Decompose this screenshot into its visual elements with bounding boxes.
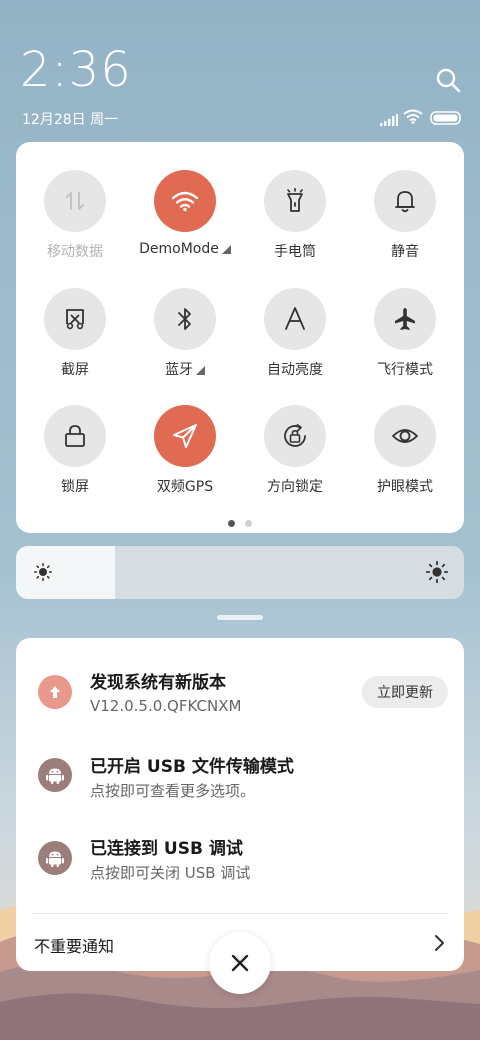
brightness-low-icon bbox=[34, 563, 53, 582]
close-icon bbox=[231, 954, 249, 972]
quick-settings-panel: 移动数据 DemoMode 手电筒 静音 截屏 蓝牙 自动亮度 飞行模式 锁屏 … bbox=[16, 142, 464, 533]
tile-flashlight[interactable]: 手电筒 bbox=[240, 170, 350, 270]
tile-rotation-lock[interactable]: 方向锁定 bbox=[240, 405, 350, 505]
lock-icon bbox=[44, 405, 106, 467]
notification-usb-transfer[interactable]: 已开启 USB 文件传输模式 点按即可查看更多选项。 bbox=[16, 744, 464, 808]
bluetooth-icon bbox=[154, 288, 216, 350]
clear-all-button[interactable] bbox=[209, 932, 271, 994]
notification-title: 已连接到 USB 调试 bbox=[90, 839, 243, 859]
flashlight-icon bbox=[264, 170, 326, 232]
clock: 2:36 bbox=[20, 42, 132, 98]
notification-subtitle: 点按即可关闭 USB 调试 bbox=[90, 864, 251, 882]
mobile-data-icon bbox=[44, 170, 106, 232]
bell-icon bbox=[374, 170, 436, 232]
tile-eye-care[interactable]: 护眼模式 bbox=[350, 405, 460, 505]
expand-corner-icon bbox=[196, 365, 205, 375]
tile-silent[interactable]: 静音 bbox=[350, 170, 460, 270]
tile-gps[interactable]: 双频GPS bbox=[130, 405, 240, 505]
android-icon bbox=[38, 841, 72, 875]
gps-icon bbox=[154, 405, 216, 467]
page-indicator bbox=[228, 520, 258, 528]
tile-label: 锁屏 bbox=[61, 479, 89, 495]
tile-label: 移动数据 bbox=[47, 244, 103, 260]
brightness-fill bbox=[16, 546, 115, 599]
rotation-lock-icon bbox=[264, 405, 326, 467]
notification-usb-debugging[interactable]: 已连接到 USB 调试 点按即可关闭 USB 调试 bbox=[16, 826, 464, 890]
tile-wifi[interactable]: DemoMode bbox=[130, 170, 240, 270]
tile-label: DemoMode bbox=[139, 241, 219, 257]
tile-label: 方向锁定 bbox=[267, 479, 323, 495]
brightness-high-icon bbox=[425, 560, 449, 584]
tile-label: 蓝牙 bbox=[165, 362, 193, 378]
tile-mobile-data[interactable]: 移动数据 bbox=[20, 170, 130, 270]
chevron-right-icon bbox=[432, 934, 446, 952]
android-icon bbox=[38, 758, 72, 792]
tile-airplane[interactable]: 飞行模式 bbox=[350, 288, 460, 388]
tile-label: 手电筒 bbox=[274, 244, 316, 260]
update-arrow-icon bbox=[38, 675, 72, 709]
notification-panel: 发现系统有新版本 V12.0.5.0.QFKCNXM 立即更新 已开启 USB … bbox=[16, 638, 464, 971]
date: 12月28日 周一 bbox=[22, 112, 119, 128]
notification-system-update[interactable]: 发现系统有新版本 V12.0.5.0.QFKCNXM 立即更新 bbox=[16, 660, 464, 724]
tile-label: 自动亮度 bbox=[267, 362, 323, 378]
wifi-icon bbox=[403, 109, 423, 128]
notification-subtitle: 点按即可查看更多选项。 bbox=[90, 782, 256, 800]
notification-subtitle: V12.0.5.0.QFKCNXM bbox=[90, 697, 242, 715]
expand-corner-icon bbox=[221, 244, 231, 254]
unimportant-notifications-label: 不重要通知 bbox=[34, 937, 115, 956]
update-now-button[interactable]: 立即更新 bbox=[362, 676, 448, 708]
brightness-slider[interactable] bbox=[16, 546, 464, 599]
tile-auto-brightness[interactable]: 自动亮度 bbox=[240, 288, 350, 388]
wifi-icon bbox=[154, 170, 216, 232]
drag-handle[interactable] bbox=[217, 615, 263, 620]
tile-label: 截屏 bbox=[61, 362, 89, 378]
screenshot-icon bbox=[44, 288, 106, 350]
search-icon[interactable] bbox=[434, 66, 462, 94]
airplane-icon bbox=[374, 288, 436, 350]
signal-icon bbox=[380, 111, 398, 130]
tile-lock-screen[interactable]: 锁屏 bbox=[20, 405, 130, 505]
notification-title: 发现系统有新版本 bbox=[90, 673, 226, 693]
tile-label: 飞行模式 bbox=[377, 362, 433, 378]
auto-brightness-icon bbox=[264, 288, 326, 350]
tile-label: 双频GPS bbox=[156, 479, 214, 495]
battery-icon bbox=[430, 110, 462, 129]
page-dot-active bbox=[228, 520, 235, 527]
tile-screenshot[interactable]: 截屏 bbox=[20, 288, 130, 388]
status-icons bbox=[378, 108, 464, 126]
eye-icon bbox=[374, 405, 436, 467]
tile-label: 护眼模式 bbox=[377, 479, 433, 495]
notification-title: 已开启 USB 文件传输模式 bbox=[90, 757, 294, 777]
tile-label: 静音 bbox=[391, 244, 419, 260]
page-dot bbox=[245, 520, 252, 527]
tile-bluetooth[interactable]: 蓝牙 bbox=[130, 288, 240, 388]
